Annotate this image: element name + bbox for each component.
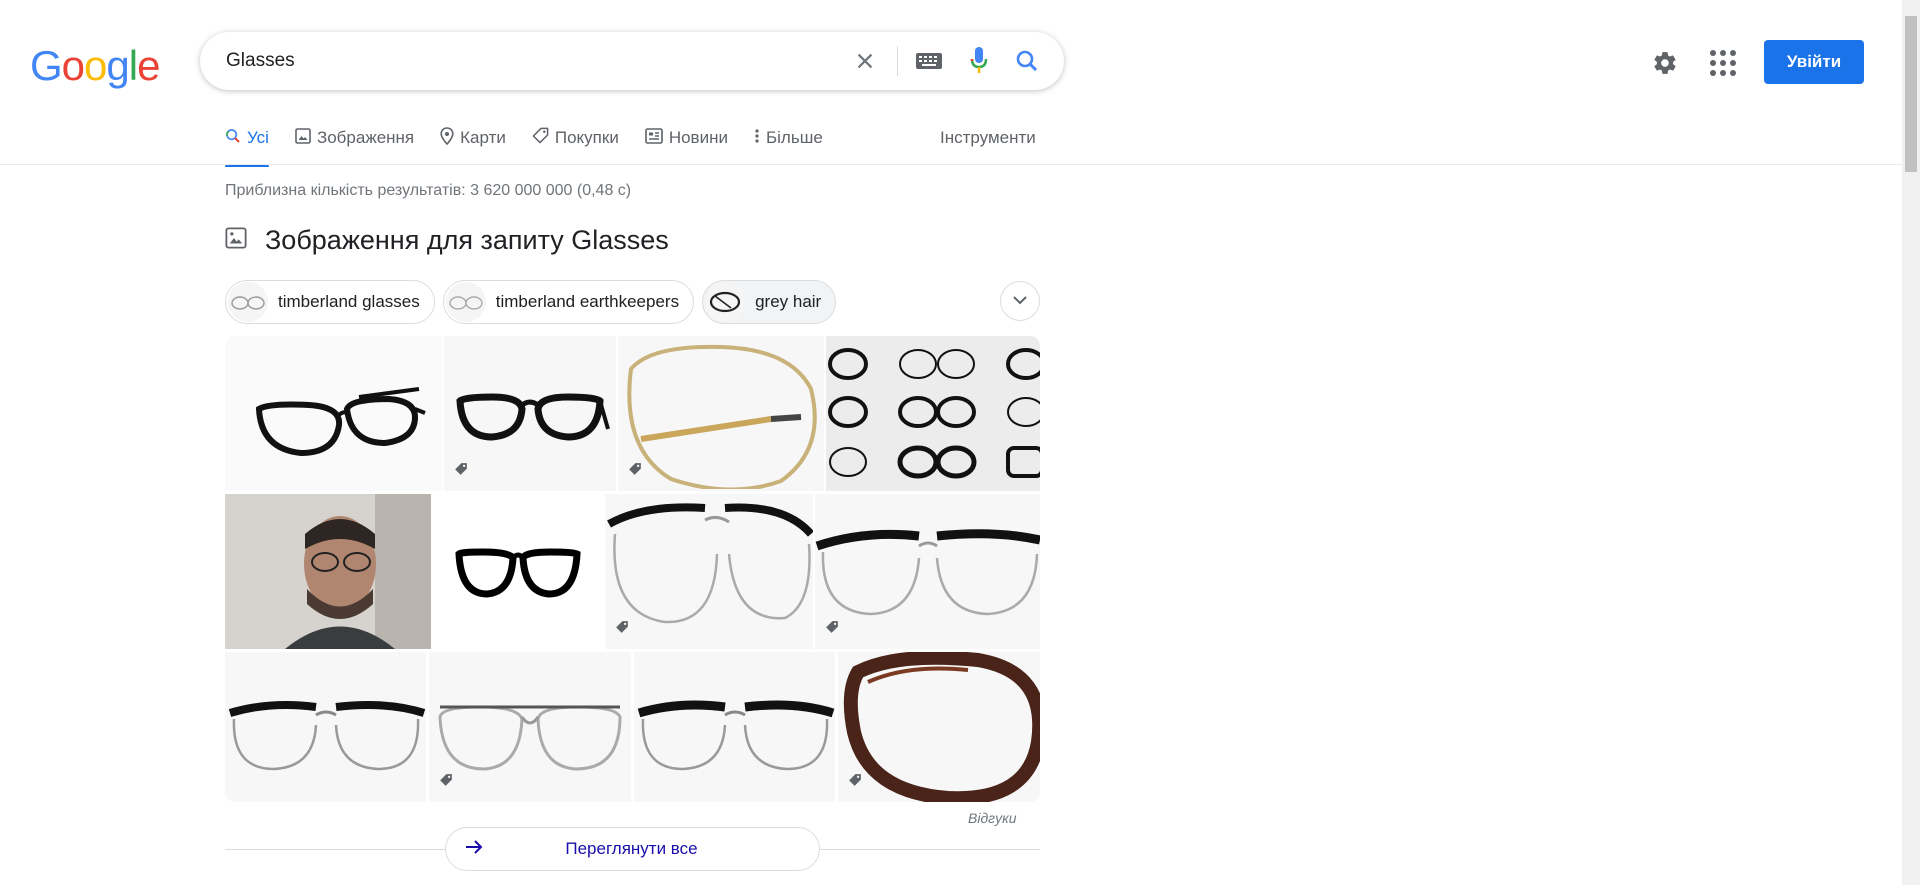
- chip-thumbnail: [705, 282, 746, 322]
- image-result[interactable]: [634, 652, 835, 802]
- shopping-tag-icon: [454, 462, 468, 481]
- image-result[interactable]: [838, 652, 1040, 802]
- tab-label: Усі: [247, 128, 269, 147]
- chip-timberland-glasses[interactable]: timberland glasses: [225, 280, 435, 324]
- more-vert-icon: [754, 128, 766, 149]
- tab-maps[interactable]: Карти: [440, 124, 506, 152]
- logo-letter: e: [137, 42, 160, 89]
- chip-label: timberland glasses: [278, 292, 420, 311]
- shopping-tag-icon: [825, 620, 839, 639]
- map-pin-icon: [440, 126, 460, 150]
- search-box: [200, 32, 1064, 90]
- chip-thumbnail: [445, 282, 486, 322]
- tab-label: Карти: [460, 128, 506, 147]
- tab-news[interactable]: Новини: [645, 124, 728, 152]
- tag-icon: [532, 127, 555, 149]
- chip-grey-hair[interactable]: grey hair: [702, 280, 837, 324]
- tab-label: Новини: [668, 128, 728, 147]
- tab-all[interactable]: Усі: [225, 124, 269, 167]
- tab-shopping[interactable]: Покупки: [532, 124, 619, 152]
- scrollbar[interactable]: [1902, 0, 1920, 885]
- see-all-button[interactable]: Переглянути все: [445, 827, 820, 871]
- chip-timberland-earthkeepers[interactable]: timberland earthkeepers: [442, 280, 695, 324]
- image-result[interactable]: [433, 494, 603, 649]
- microphone-icon[interactable]: [964, 46, 994, 76]
- image-result[interactable]: [225, 652, 426, 802]
- image-result[interactable]: [815, 494, 1040, 649]
- refinement-chips: timberland glasses timberland earthkeepe…: [225, 280, 844, 324]
- chip-thumbnail: [228, 282, 268, 322]
- tab-label: Покупки: [554, 128, 619, 147]
- google-logo[interactable]: Google: [30, 42, 160, 90]
- shopping-tag-icon: [439, 773, 453, 792]
- shopping-tag-icon: [615, 620, 629, 639]
- images-heading: Зображення для запиту Glasses: [225, 225, 669, 256]
- shopping-tag-icon: [628, 462, 642, 481]
- expand-chips-button[interactable]: [1000, 281, 1040, 321]
- image-result[interactable]: [826, 336, 1040, 491]
- result-stats: Приблизна кількість результатів: 3 620 0…: [225, 182, 632, 199]
- chip-label: timberland earthkeepers: [495, 292, 680, 311]
- search-icon: [225, 128, 247, 149]
- image-icon: [225, 227, 247, 254]
- logo-letter: g: [106, 42, 129, 89]
- search-tabs: Усі Зображення Карти Покупки Новини Біль…: [225, 124, 849, 167]
- signin-button[interactable]: Увійти: [1764, 40, 1864, 84]
- apps-grid-icon[interactable]: [1708, 48, 1738, 78]
- tab-more[interactable]: Більше: [754, 124, 823, 152]
- logo-letter: G: [30, 42, 63, 89]
- image-grid: [225, 336, 1040, 802]
- tab-images[interactable]: Зображення: [295, 124, 414, 152]
- news-icon: [645, 127, 669, 149]
- logo-letter: o: [84, 42, 107, 89]
- image-result[interactable]: [605, 494, 813, 649]
- feedback-link[interactable]: Відгуки: [968, 810, 1017, 826]
- header-divider: [0, 164, 1902, 165]
- image-result[interactable]: [618, 336, 824, 491]
- search-icon[interactable]: [1012, 46, 1042, 76]
- image-icon: [295, 127, 317, 149]
- image-result[interactable]: [225, 494, 431, 649]
- tab-label: Зображення: [316, 128, 415, 147]
- images-heading-link[interactable]: Зображення для запиту Glasses: [265, 225, 669, 256]
- search-divider: [897, 46, 898, 76]
- clear-icon[interactable]: [850, 46, 880, 76]
- see-all-label: Переглянути все: [565, 839, 698, 858]
- tab-label: Більше: [765, 128, 823, 147]
- settings-gear-icon[interactable]: [1650, 48, 1680, 78]
- logo-letter: o: [61, 42, 85, 89]
- tools-button[interactable]: Інструменти: [940, 128, 1036, 148]
- search-input[interactable]: [226, 32, 786, 90]
- scrollbar-thumb[interactable]: [1905, 16, 1917, 172]
- image-result[interactable]: [429, 652, 631, 802]
- image-result[interactable]: [444, 336, 616, 491]
- arrow-right-icon: [464, 839, 484, 860]
- image-result[interactable]: [225, 336, 442, 491]
- shopping-tag-icon: [848, 773, 862, 792]
- chevron-down-icon: [1012, 292, 1028, 310]
- keyboard-icon[interactable]: [914, 46, 944, 76]
- chip-label: grey hair: [755, 292, 822, 311]
- logo-letter: l: [128, 42, 138, 89]
